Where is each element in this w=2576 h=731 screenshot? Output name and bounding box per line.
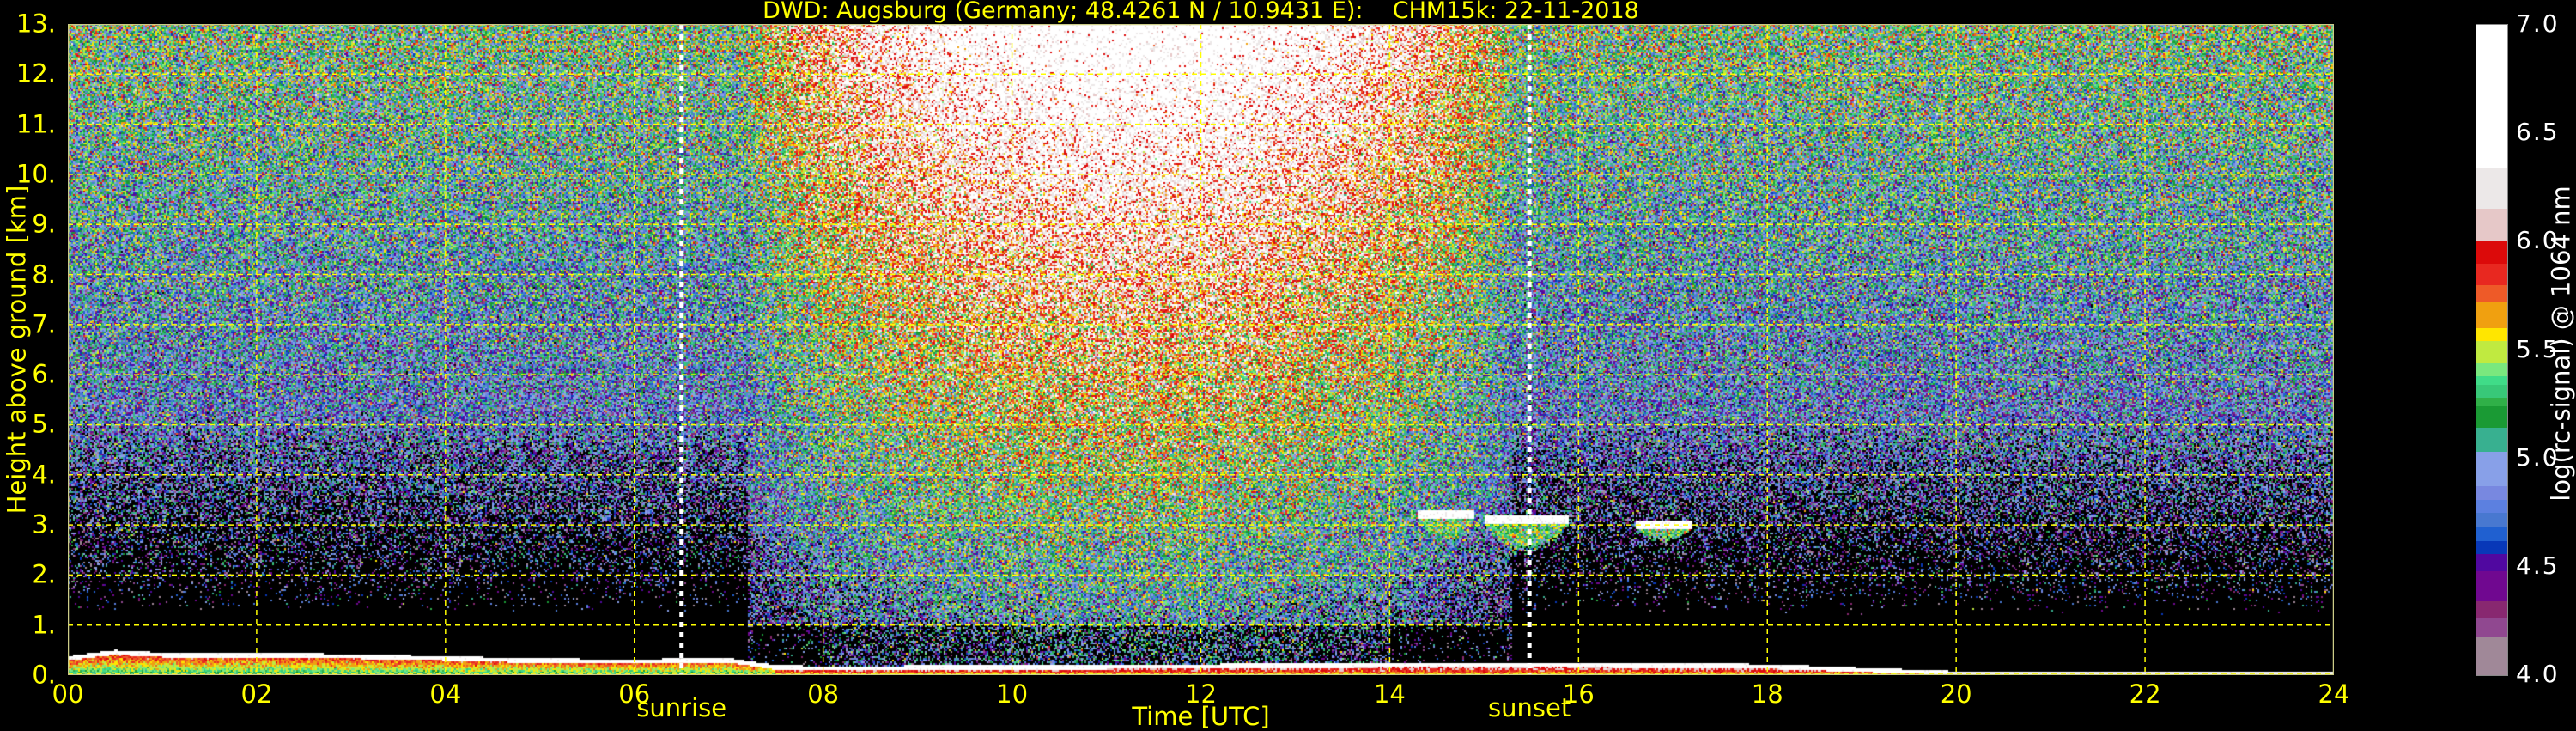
colorbar (2476, 24, 2508, 676)
colorbar-segment (2476, 636, 2507, 675)
colorbar-segment (2476, 570, 2507, 602)
x-tick-label: 04 (429, 679, 462, 709)
x-tick-label: 08 (807, 679, 840, 709)
colorbar-segment (2476, 601, 2507, 619)
sunset-label: sunset (1488, 693, 1571, 722)
y-tick-label: 4. (32, 460, 56, 490)
colorbar-tick-label: 6.5 (2516, 118, 2560, 147)
y-tick-label: 13. (15, 9, 56, 39)
colorbar-segment (2476, 362, 2507, 376)
y-tick-label: 10. (15, 159, 56, 189)
colorbar-segment (2476, 284, 2507, 302)
x-tick-label: 20 (1940, 679, 1972, 709)
colorbar-segment (2476, 618, 2507, 637)
colorbar-segment (2476, 25, 2507, 168)
colorbar-segment (2476, 527, 2507, 541)
y-axis-label: Height above ground [km] (2, 185, 32, 515)
y-tick-label: 7. (32, 309, 56, 339)
colorbar-segment (2476, 540, 2507, 554)
x-tick-label: 24 (2318, 679, 2350, 709)
colorbar-segment (2476, 499, 2507, 513)
colorbar-segment (2476, 398, 2507, 407)
x-tick-label: 00 (52, 679, 84, 709)
colorbar-segment (2476, 209, 2507, 242)
y-tick-label: 3. (32, 509, 56, 539)
colorbar-segment (2476, 452, 2507, 487)
x-tick-label: 10 (996, 679, 1029, 709)
colorbar-segment (2476, 241, 2507, 264)
y-tick-label: 11. (15, 109, 56, 139)
plot-area (68, 24, 2334, 675)
y-tick-label: 5. (32, 409, 56, 439)
colorbar-segment (2476, 328, 2507, 342)
y-tick-label: 8. (32, 259, 56, 289)
y-tick-label: 2. (32, 559, 56, 589)
colorbar-segment (2476, 428, 2507, 453)
colorbar-segment (2476, 486, 2507, 500)
y-tick-label: 12. (15, 58, 56, 88)
colorbar-segment (2476, 302, 2507, 329)
colorbar-segment (2476, 553, 2507, 571)
x-tick-label: 18 (1751, 679, 1783, 709)
colorbar-segment (2476, 512, 2507, 528)
x-tick-label: 02 (240, 679, 273, 709)
chart-title: DWD: Augsburg (Germany; 48.4261 N / 10.9… (762, 0, 1639, 24)
x-axis-label: Time [UTC] (1132, 702, 1270, 731)
colorbar-segment (2476, 168, 2507, 210)
x-tick-label: 22 (2129, 679, 2161, 709)
axes-overlay (68, 24, 2334, 675)
y-tick-label: 1. (32, 610, 56, 640)
y-tick-label: 6. (32, 359, 56, 389)
y-tick-label: 9. (32, 209, 56, 239)
colorbar-tick-label: 4.5 (2516, 551, 2560, 580)
colorbar-tick-label: 7.0 (2516, 9, 2560, 38)
colorbar-label: log(rc-signal) @ 1064 nm (2546, 186, 2576, 502)
sunrise-label: sunrise (636, 693, 727, 722)
colorbar-segment (2476, 384, 2507, 398)
colorbar-tick-label: 4.0 (2516, 660, 2560, 688)
colorbar-segment (2476, 375, 2507, 385)
colorbar-segment (2476, 263, 2507, 285)
x-tick-label: 14 (1373, 679, 1406, 709)
colorbar-segment (2476, 406, 2507, 429)
colorbar-segment (2476, 341, 2507, 363)
